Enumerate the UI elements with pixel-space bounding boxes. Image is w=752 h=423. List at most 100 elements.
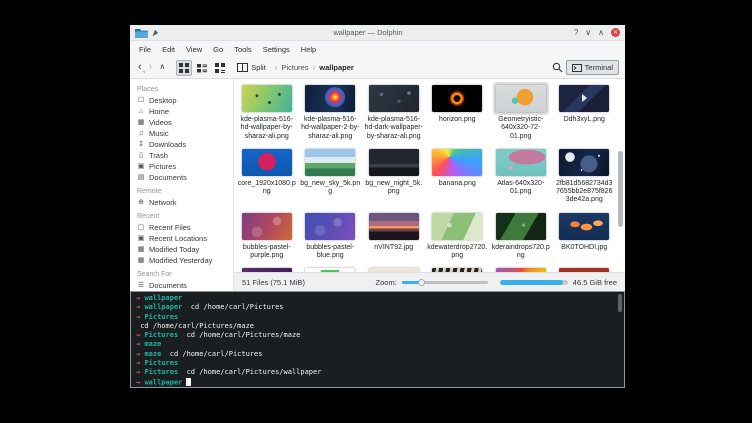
prompt-dir: Pictures: [144, 331, 178, 339]
file-thumbnail: [242, 213, 292, 240]
disk-capacity-bar: [500, 280, 568, 285]
sidebar-item-desktop[interactable]: ☐Desktop: [137, 95, 233, 106]
sidebar-item-recent-files[interactable]: ▢Recent Files: [137, 222, 233, 233]
file-item[interactable]: 2fb81d5682734d37655bb2e875f8263de42a.png: [553, 144, 617, 208]
sidebar-item-pictures[interactable]: ▣Pictures: [137, 161, 233, 172]
menu-help[interactable]: Help: [301, 45, 316, 54]
terminal-toggle-button[interactable]: Terminal: [566, 60, 619, 75]
zoom-label: Zoom:: [376, 278, 397, 287]
file-item[interactable]: kderaindrops720.png: [489, 208, 553, 264]
file-item[interactable]: [299, 263, 363, 272]
maximize-button[interactable]: ∧: [598, 29, 604, 37]
file-item[interactable]: [426, 263, 490, 272]
back-dropdown-caret[interactable]: ∨: [143, 70, 146, 74]
zoom-slider-handle[interactable]: [418, 279, 425, 286]
documents-icon: ▤: [137, 174, 145, 181]
desktop-icon: ☐: [137, 97, 145, 104]
file-item[interactable]: horizon.png: [426, 80, 490, 144]
file-thumbnail: [559, 213, 609, 240]
home-icon: ⌂: [137, 108, 145, 115]
terminal-panel[interactable]: → wallpaper → wallpaper cd /home/carl/Pi…: [130, 291, 625, 388]
menu-tools[interactable]: Tools: [234, 45, 252, 54]
file-thumbnail: [242, 85, 292, 112]
downloads-icon: ↧: [137, 141, 145, 148]
sidebar-item-modified-today[interactable]: ▦Modified Today: [137, 244, 233, 255]
file-item[interactable]: [235, 263, 299, 272]
network-icon: ⊕: [137, 199, 145, 206]
back-button[interactable]: ‹∨: [136, 62, 144, 73]
menu-view[interactable]: View: [186, 45, 202, 54]
sidebar-item-recent-locations[interactable]: ▣Recent Locations: [137, 233, 233, 244]
close-button[interactable]: ✕: [611, 28, 620, 37]
tree-view-button[interactable]: [212, 60, 228, 76]
command-text: cd /home/carl/Pictures: [161, 350, 262, 358]
menu-go[interactable]: Go: [213, 45, 223, 54]
forward-button[interactable]: ›: [147, 62, 155, 73]
sidebar-item-home[interactable]: ⌂Home: [137, 106, 233, 117]
search-icon[interactable]: [552, 62, 563, 73]
file-item-selected[interactable]: Geometryistic-640x320-72-01.png: [489, 80, 553, 144]
file-item[interactable]: Ddh3xyL.png: [553, 80, 617, 144]
file-thumbnail: [496, 213, 546, 240]
sidebar-item-search-documents[interactable]: ☰Documents: [137, 280, 233, 291]
titlebar[interactable]: wallpaper — Dolphin ? ∨ ∧ ✕: [130, 25, 625, 41]
file-name: kde-plasma-516-hd-wallpaper-by-sharaz-al…: [237, 116, 297, 141]
file-item[interactable]: kde-plasma-516-hd-dark-wallpaper-by-shar…: [362, 80, 426, 144]
breadcrumb-wallpaper[interactable]: wallpaper: [319, 63, 354, 72]
file-item[interactable]: kde-plasma-516-hd-wallpaper-by-sharaz-al…: [235, 80, 299, 144]
file-thumbnail: [559, 268, 609, 272]
file-item[interactable]: bg_new_sky_5k.png: [299, 144, 363, 208]
zoom-slider[interactable]: [402, 278, 488, 287]
menu-file[interactable]: File: [139, 45, 151, 54]
split-label: Split: [251, 63, 266, 72]
sidebar-item-trash[interactable]: ▯Trash: [137, 150, 233, 161]
help-button[interactable]: ?: [574, 29, 578, 37]
file-item[interactable]: [553, 263, 617, 272]
up-button[interactable]: ∧: [157, 62, 167, 73]
menu-settings[interactable]: Settings: [263, 45, 290, 54]
file-item[interactable]: banana.png: [426, 144, 490, 208]
file-item[interactable]: bg_new_night_5k.png: [362, 144, 426, 208]
file-name: bubbles-pastel-blue.png: [300, 244, 360, 261]
sidebar-item-videos[interactable]: ▦Videos: [137, 117, 233, 128]
sidebar-item-music[interactable]: ♫Music: [137, 128, 233, 139]
sidebar-item-documents[interactable]: ▤Documents: [137, 172, 233, 183]
details-view-icon: [197, 63, 207, 73]
scrollbar-thumb[interactable]: [618, 151, 623, 227]
menubar: File Edit View Go Tools Settings Help: [130, 41, 625, 57]
file-name: Geometryistic-640x320-72-01.png: [491, 116, 551, 141]
prompt-dir: wallpaper: [144, 294, 182, 302]
vertical-scrollbar[interactable]: [618, 81, 623, 270]
file-thumbnail: [496, 268, 546, 272]
sidebar-item-network[interactable]: ⊕Network: [137, 197, 233, 208]
minimize-button[interactable]: ∨: [585, 29, 591, 37]
file-view[interactable]: kde-plasma-516-hd-wallpaper-by-sharaz-al…: [234, 79, 625, 272]
file-item[interactable]: [489, 263, 553, 272]
file-name: nVINT92.jpg: [374, 244, 413, 252]
details-view-button[interactable]: [194, 60, 210, 76]
file-item[interactable]: nVINT92.jpg: [362, 208, 426, 264]
file-thumbnail: [432, 268, 482, 272]
terminal-line: → wallpaper cd /home/carl/Pictures: [136, 303, 619, 312]
file-item[interactable]: bubbles-pastel-purple.png: [235, 208, 299, 264]
terminal-scrollbar-thumb[interactable]: [618, 294, 622, 312]
file-name: bg_new_sky_5k.png: [300, 180, 360, 197]
sidebar-item-modified-yesterday[interactable]: ▦Modified Yesterday: [137, 255, 233, 266]
icons-view-button[interactable]: [176, 60, 192, 76]
file-thumbnail: [369, 268, 419, 272]
statusbar: 51 Files (75.1 MiB) Zoom: 46.5 GiB free: [234, 272, 625, 291]
file-item[interactable]: Atlas-640x320-01.png: [489, 144, 553, 208]
sidebar-item-downloads[interactable]: ↧Downloads: [137, 139, 233, 150]
breadcrumb-pictures[interactable]: Pictures: [281, 63, 308, 72]
file-item[interactable]: BK0TOHDI.jpg: [553, 208, 617, 264]
menu-edit[interactable]: Edit: [162, 45, 175, 54]
file-item[interactable]: [362, 263, 426, 272]
pin-icon[interactable]: [151, 29, 159, 37]
file-item[interactable]: kdewaterdrop2720.png: [426, 208, 490, 264]
split-button[interactable]: Split: [237, 63, 266, 72]
breadcrumb: › Pictures › wallpaper: [275, 63, 354, 72]
file-item[interactable]: core_1920x1080.png: [235, 144, 299, 208]
file-item[interactable]: kde-plasma-516-hd-wallpaper-2-by-sharaz-…: [299, 80, 363, 144]
file-item[interactable]: bubbles-pastel-blue.png: [299, 208, 363, 264]
recent-locations-icon: ▣: [137, 235, 145, 242]
